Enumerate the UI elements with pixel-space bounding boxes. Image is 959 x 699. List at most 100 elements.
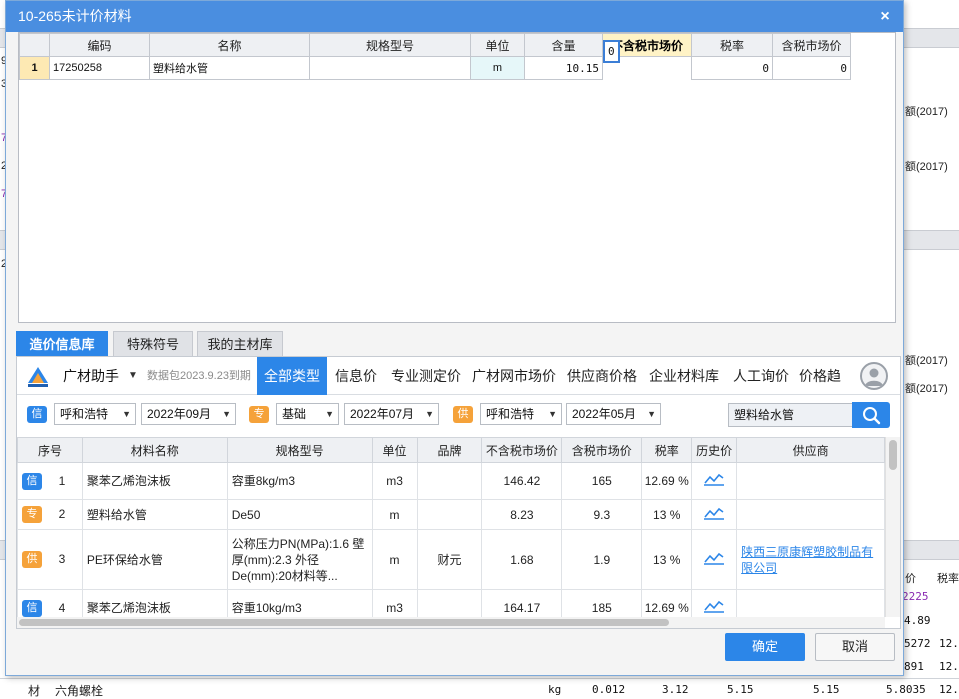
tab-my-material-library[interactable]: 我的主材库	[197, 331, 283, 357]
list-cell-name: 聚苯乙烯泡沫板	[81, 589, 228, 617]
pro-period-select[interactable]: 2022年07月 ▼	[344, 403, 439, 425]
tab-special-symbols[interactable]: 特殊符号	[113, 331, 193, 357]
list-cell-history[interactable]	[691, 462, 738, 500]
supplier-link[interactable]: 陕西三原康辉塑胶制品有限公司	[741, 545, 873, 575]
grid-header-tax-rate[interactable]: 税率	[691, 33, 773, 57]
grid-header-index	[19, 33, 50, 57]
chevron-down-icon: ▼	[548, 409, 557, 419]
pro-type-select[interactable]: 基础 ▼	[276, 403, 339, 425]
nav-professional-price[interactable]: 专业测定价	[387, 357, 465, 395]
grid-header-unit[interactable]: 单位	[470, 33, 525, 57]
list-header-spec[interactable]: 规格型号	[226, 437, 373, 463]
grid-header-price-inc-tax[interactable]: 含税市场价	[772, 33, 851, 57]
nav-market-price[interactable]: 广材网市场价	[469, 357, 559, 395]
trend-chart-icon[interactable]	[704, 506, 725, 520]
bg-text: 12.6	[939, 637, 959, 650]
bg-text: 4.89	[904, 614, 931, 627]
pro-type-value: 基础	[282, 407, 307, 421]
grid-cell-qty[interactable]: 10.15	[524, 56, 603, 80]
bg-row-qty: 0.012	[592, 683, 626, 696]
list-header-price-ex[interactable]: 不含税市场价	[481, 437, 563, 463]
list-header-unit[interactable]: 单位	[371, 437, 418, 463]
list-cell-history[interactable]	[691, 499, 738, 530]
trend-chart-icon[interactable]	[704, 551, 725, 565]
info-region-select[interactable]: 呼和浩特 ▼	[54, 403, 136, 425]
bg-text: 12.6	[939, 660, 959, 673]
list-header-price-inc[interactable]: 含税市场价	[561, 437, 643, 463]
list-header-supplier[interactable]: 供应商	[736, 437, 885, 463]
supplier-period-select[interactable]: 2022年05月 ▼	[566, 403, 661, 425]
grid-header-spec[interactable]: 规格型号	[309, 33, 471, 57]
list-cell-no: 信4	[17, 589, 83, 617]
grid-cell-price-inc-tax[interactable]: 0	[772, 56, 851, 80]
nav-price-trend[interactable]: 价格趋	[799, 357, 841, 395]
table-row[interactable]: 1 17250258 塑料给水管 m 10.15 0 0 0	[19, 39, 851, 80]
row-number: 1	[58, 473, 66, 488]
list-cell-price-inc: 185	[561, 589, 643, 617]
trend-chart-icon[interactable]	[704, 472, 725, 486]
table-row[interactable]: 信1 聚苯乙烯泡沫板 容重8kg/m3 m3 146.42 165 12.69 …	[17, 462, 885, 500]
search-button[interactable]	[852, 402, 890, 428]
nav-supplier-price[interactable]: 供应商价格	[563, 357, 641, 395]
list-cell-no: 信1	[17, 462, 83, 500]
chevron-down-icon[interactable]: ▼	[128, 357, 138, 395]
list-header-history[interactable]: 历史价	[691, 437, 738, 463]
list-cell-supplier	[736, 499, 885, 530]
grid-cell-code[interactable]: 17250258	[49, 56, 150, 80]
list-cell-history[interactable]	[691, 529, 738, 590]
grid-cell-tax-rate[interactable]: 0	[691, 56, 773, 80]
grid-row-index[interactable]: 1	[19, 56, 50, 80]
grid-cell-price-ex-tax[interactable]: 0	[603, 39, 620, 63]
nav-all-types[interactable]: 全部类型	[257, 357, 327, 395]
cancel-button[interactable]: 取消	[815, 633, 895, 661]
grid-header-code[interactable]: 编码	[49, 33, 150, 57]
list-header-row: 序号 材料名称 规格型号 单位 品牌 不含税市场价 含税市场价 税率 历史价 供…	[17, 437, 885, 463]
chevron-down-icon: ▼	[425, 409, 434, 419]
list-cell-supplier	[736, 462, 885, 500]
bg-divider	[0, 678, 959, 679]
list-cell-tax: 12.69 %	[641, 462, 693, 500]
bg-row-value: 5.15	[813, 683, 840, 696]
horizontal-scrollbar[interactable]	[17, 617, 885, 628]
chevron-down-icon: ▼	[325, 409, 334, 419]
ok-button[interactable]: 确定	[725, 633, 805, 661]
dialog-titlebar[interactable]: 10-265未计价材料	[6, 1, 903, 32]
guangcai-logo-icon	[26, 364, 50, 388]
supplier-region-select[interactable]: 呼和浩特 ▼	[480, 403, 562, 425]
chevron-down-icon: ▼	[122, 409, 131, 419]
list-header-name[interactable]: 材料名称	[81, 437, 228, 463]
scroll-thumb[interactable]	[19, 619, 669, 626]
bg-row-value: 3.12	[662, 683, 689, 696]
search-input-value: 塑料给水管	[734, 408, 795, 422]
list-header-tax[interactable]: 税率	[641, 437, 693, 463]
list-cell-spec: 公称压力PN(MPa):1.6 壁厚(mm):2.3 外径De(mm):20材料…	[226, 529, 373, 590]
grid-cell-unit[interactable]: m	[470, 56, 525, 80]
list-cell-spec: 容重10kg/m3	[226, 589, 373, 617]
list-header-brand[interactable]: 品牌	[416, 437, 483, 463]
info-period-select[interactable]: 2022年09月 ▼	[141, 403, 236, 425]
assistant-brand[interactable]: 广材助手	[63, 357, 119, 395]
dialog-title: 10-265未计价材料	[18, 8, 132, 24]
nav-enterprise-library[interactable]: 企业材料库	[645, 357, 723, 395]
avatar[interactable]	[860, 362, 888, 390]
tab-cost-info-library[interactable]: 造价信息库	[16, 331, 108, 357]
scroll-thumb[interactable]	[889, 440, 897, 470]
search-input[interactable]: 塑料给水管	[728, 403, 852, 427]
grid-header-name[interactable]: 名称	[149, 33, 310, 57]
info-region-value: 呼和浩特	[60, 407, 109, 421]
nav-info-price[interactable]: 信息价	[331, 357, 381, 395]
grid-cell-spec[interactable]	[309, 56, 471, 80]
close-icon[interactable]: ×	[875, 1, 895, 32]
list-header-no[interactable]: 序号	[17, 437, 83, 463]
vertical-scrollbar[interactable]	[885, 437, 900, 617]
bg-text: 税率	[937, 573, 959, 585]
nav-labor-inquiry[interactable]: 人工询价	[729, 357, 793, 395]
trend-chart-icon[interactable]	[704, 599, 725, 613]
grid-cell-name[interactable]: 塑料给水管	[149, 56, 310, 80]
grid-header-qty[interactable]: 含量	[524, 33, 603, 57]
list-cell-name: 聚苯乙烯泡沫板	[81, 462, 228, 500]
list-cell-history[interactable]	[691, 589, 738, 617]
table-row[interactable]: 供3 PE环保给水管 公称压力PN(MPa):1.6 壁厚(mm):2.3 外径…	[17, 529, 885, 590]
table-row[interactable]: 专2 塑料给水管 De50 m 8.23 9.3 13 %	[17, 499, 885, 530]
table-row[interactable]: 信4 聚苯乙烯泡沫板 容重10kg/m3 m3 164.17 185 12.69…	[17, 589, 885, 617]
